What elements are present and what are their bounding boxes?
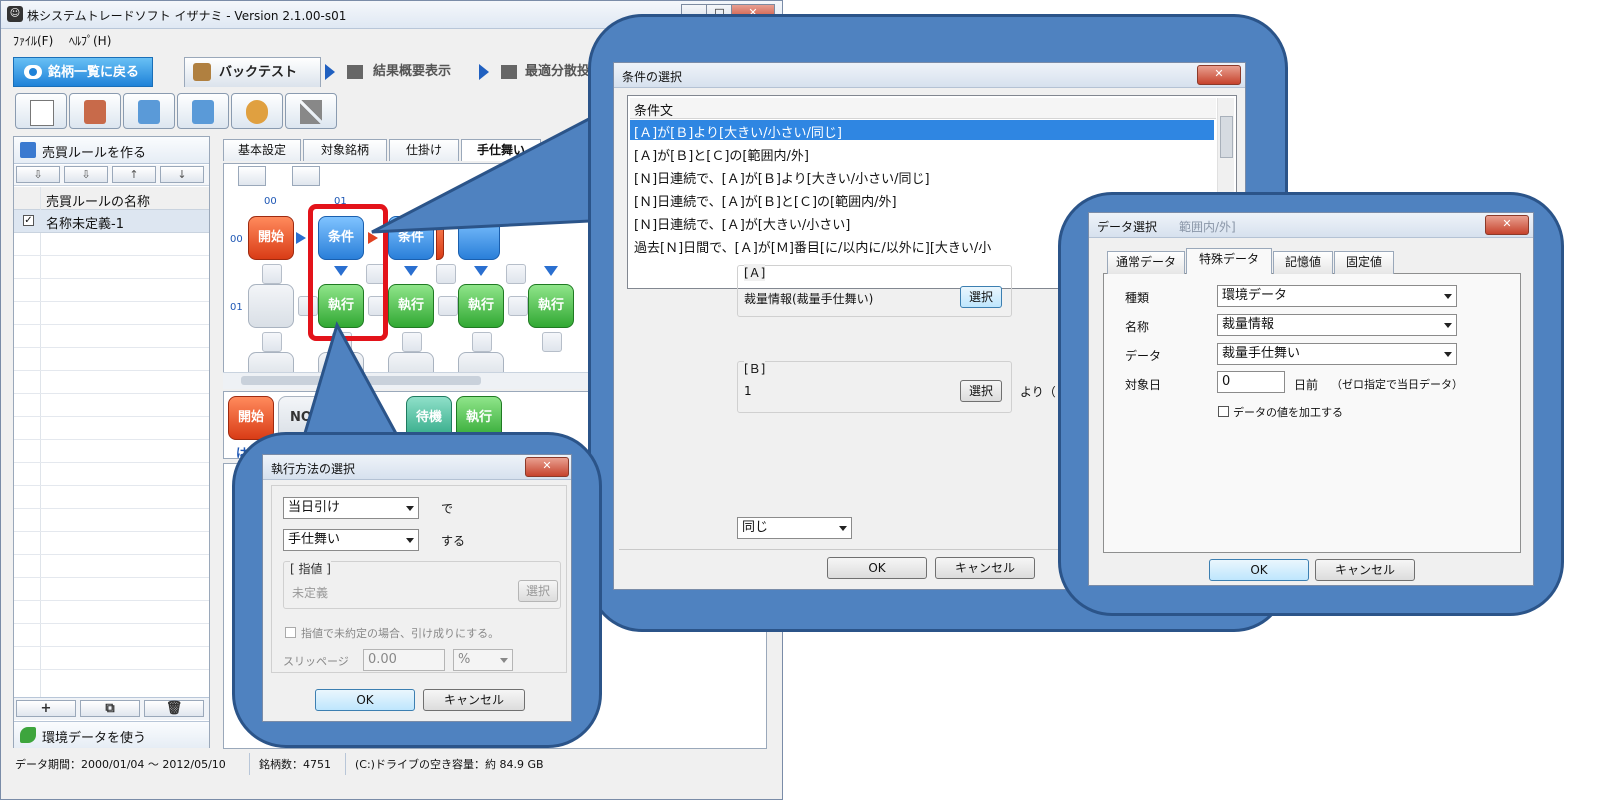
chevron-down-icon bbox=[500, 658, 508, 663]
select-a-button[interactable]: 選択 bbox=[960, 286, 1002, 308]
date-input[interactable]: 0 bbox=[1217, 371, 1285, 393]
close-icon[interactable]: ✕ bbox=[1485, 215, 1529, 235]
ok-button[interactable]: OK bbox=[1209, 559, 1309, 581]
slippage-input[interactable]: 0.00 bbox=[363, 649, 445, 671]
yori-label: より（ bbox=[1020, 385, 1056, 399]
suru-label: する bbox=[441, 534, 466, 548]
limit-value: 未定義 bbox=[292, 586, 329, 600]
close-icon[interactable]: ✕ bbox=[525, 457, 569, 477]
name-value: 裁量情報 bbox=[1222, 317, 1275, 332]
limit-group-label: [ 指値 ] bbox=[290, 560, 331, 577]
dialog-title: データ選択 bbox=[1097, 220, 1158, 234]
timing-select[interactable]: 当日引け bbox=[283, 497, 419, 519]
dialog-title: 執行方法の選択 bbox=[271, 462, 356, 476]
scroll-thumb[interactable] bbox=[1220, 116, 1233, 158]
tab-special-data[interactable]: 特殊データ bbox=[1186, 248, 1272, 274]
cancel-button[interactable]: キャンセル bbox=[423, 689, 525, 711]
ok-button[interactable]: OK bbox=[827, 557, 927, 579]
process-label: データの値を加工する bbox=[1233, 406, 1343, 419]
list-item-label: [Ｎ]日連続で、[Ａ]が[Ｂ]より[大きい/小さい/同じ] bbox=[634, 172, 930, 187]
dialog-title-bar: データ選択 範囲内/外] ✕ bbox=[1089, 213, 1533, 238]
date-note: （ゼロ指定で当日データ） bbox=[1331, 378, 1463, 391]
method-value: 手仕舞い bbox=[288, 532, 341, 547]
chevron-down-icon bbox=[1444, 294, 1452, 299]
dialog-title-faded: 範囲内/外] bbox=[1179, 220, 1236, 234]
dialog-title-bar: 条件の選択 ✕ bbox=[614, 63, 1245, 88]
group-a: [Ａ] 裁量情報(裁量手仕舞い) 選択 bbox=[737, 264, 1012, 317]
tab-memory-value[interactable]: 記憶値 bbox=[1273, 251, 1333, 274]
list-item-label: 過去[Ｎ]日間で、[Ａ]が[Ｍ]番目[に/以内に/以外に][大きい/小 bbox=[634, 241, 992, 255]
type-label: 種類 bbox=[1125, 291, 1150, 305]
cancel-button[interactable]: キャンセル bbox=[935, 557, 1035, 579]
limit-select-button[interactable]: 選択 bbox=[518, 580, 558, 602]
chevron-down-icon bbox=[1444, 323, 1452, 328]
data-value: 裁量手仕舞い bbox=[1222, 346, 1301, 361]
type-value: 環境データ bbox=[1222, 288, 1288, 303]
cancel-button[interactable]: キャンセル bbox=[1315, 559, 1415, 581]
dialog-title: 条件の選択 bbox=[622, 70, 683, 84]
chevron-down-icon bbox=[1444, 352, 1452, 357]
group-b-label: [Ｂ] bbox=[744, 360, 766, 377]
list-item-label: [Ａ]が[Ｂ]より[大きい/小さい/同じ] bbox=[634, 126, 842, 141]
chevron-down-icon bbox=[406, 506, 414, 511]
list-item-selected[interactable]: [Ａ]が[Ｂ]より[大きい/小さい/同じ] bbox=[630, 120, 1214, 141]
list-item-label: [Ｎ]日連続で、[Ａ]が[Ｂ]と[Ｃ]の[範囲内/外] bbox=[634, 195, 897, 210]
list-item[interactable]: [Ａ]が[Ｂ]と[Ｃ]の[範囲内/外] bbox=[630, 143, 1214, 164]
group-b: [Ｂ] 1 選択 bbox=[737, 360, 1012, 413]
tab-normal-data[interactable]: 通常データ bbox=[1107, 251, 1185, 274]
close-icon[interactable]: ✕ bbox=[1197, 65, 1241, 85]
unfilled-checkbox[interactable] bbox=[285, 627, 296, 638]
list-item-label: [Ａ]が[Ｂ]と[Ｃ]の[範囲内/外] bbox=[634, 149, 809, 164]
list-header: 条件文 bbox=[630, 98, 1216, 119]
method-select[interactable]: 手仕舞い bbox=[283, 529, 419, 551]
data-label: データ bbox=[1125, 349, 1162, 363]
name-select[interactable]: 裁量情報 bbox=[1217, 314, 1457, 336]
list-item-label: [Ｎ]日連続で、[Ａ]が[大きい/小さい] bbox=[634, 218, 851, 233]
list-header-label: 条件文 bbox=[634, 104, 674, 119]
de-label: で bbox=[441, 502, 454, 516]
compare-value: 同じ bbox=[742, 520, 769, 535]
limit-group: [ 指値 ] 未定義 選択 bbox=[283, 560, 561, 609]
slippage-unit-value: % bbox=[458, 652, 471, 667]
list-item[interactable]: [Ｎ]日連続で、[Ａ]が[Ｂ]より[大きい/小さい/同じ] bbox=[630, 166, 1214, 187]
dialog-exec-select: 執行方法の選択 ✕ 当日引け で 手仕舞い する [ 指値 ] 未定義 選択 指… bbox=[262, 454, 572, 722]
name-label: 名称 bbox=[1125, 320, 1150, 334]
date-label: 対象日 bbox=[1125, 378, 1162, 392]
select-b-button[interactable]: 選択 bbox=[960, 380, 1002, 402]
data-select[interactable]: 裁量手仕舞い bbox=[1217, 343, 1457, 365]
tab-fixed-value[interactable]: 固定値 bbox=[1334, 251, 1394, 274]
dialog-title-bar: 執行方法の選択 ✕ bbox=[263, 455, 571, 480]
process-checkbox[interactable] bbox=[1218, 406, 1229, 417]
group-a-value: 裁量情報(裁量手仕舞い) bbox=[744, 292, 874, 306]
slippage-unit-select[interactable]: % bbox=[453, 649, 513, 671]
dialog-data-select: データ選択 範囲内/外] ✕ 通常データ 特殊データ 記憶値 固定値 種類 環境… bbox=[1088, 212, 1534, 586]
date-suffix: 日前 bbox=[1294, 378, 1319, 392]
callout-tail bbox=[371, 105, 612, 234]
timing-value: 当日引け bbox=[288, 500, 341, 515]
slippage-label: スリッページ bbox=[283, 655, 349, 668]
unfilled-label: 指値で未約定の場合、引け成りにする。 bbox=[301, 627, 500, 640]
chevron-down-icon bbox=[406, 538, 414, 543]
type-select[interactable]: 環境データ bbox=[1217, 285, 1457, 307]
compare-select[interactable]: 同じ bbox=[737, 517, 852, 539]
ok-button[interactable]: OK bbox=[315, 689, 415, 711]
group-a-label: [Ａ] bbox=[744, 264, 766, 281]
group-b-value: 1 bbox=[744, 384, 752, 398]
chevron-down-icon bbox=[839, 526, 847, 531]
